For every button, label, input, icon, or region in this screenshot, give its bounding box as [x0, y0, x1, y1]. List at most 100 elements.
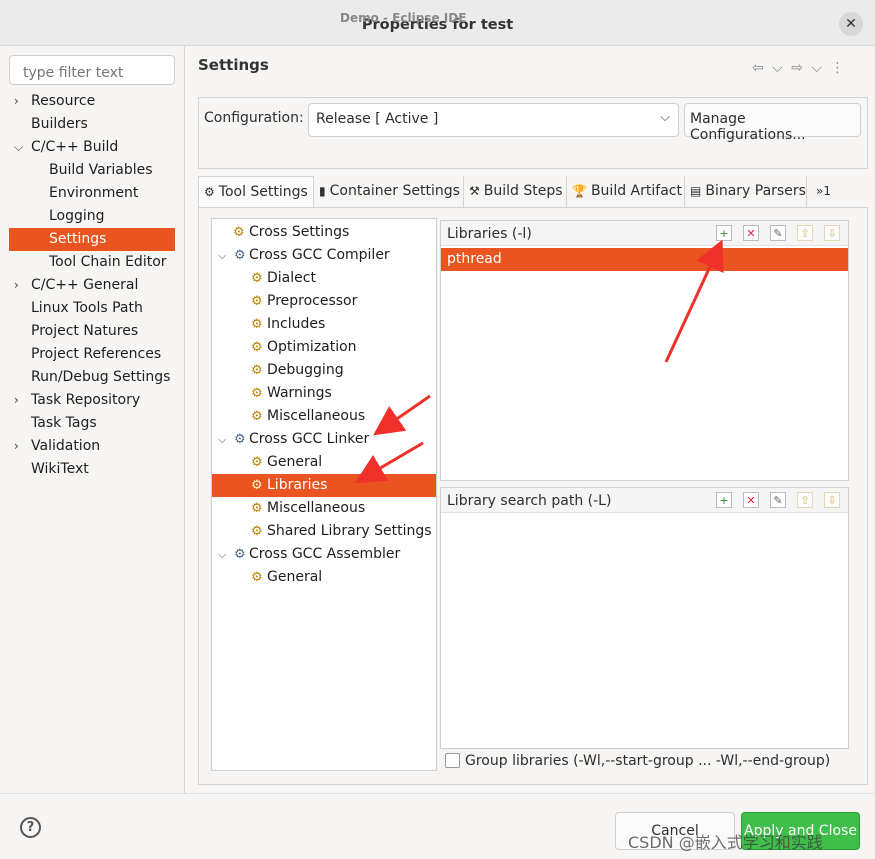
history-nav-icons[interactable]: ⇦ ⌵ ⇨ ⌵ ⋮ [752, 60, 847, 76]
nav-item-wikitext[interactable]: WikiText [9, 458, 175, 481]
libraries-list-panel: Libraries (-l) + ✕ ✎ ⇧ ⇩ pthread [440, 220, 849, 481]
tree-node-general[interactable]: ⚙ General [212, 566, 436, 589]
library-item[interactable]: pthread [441, 248, 848, 271]
tab-label: Tool Settings [218, 184, 308, 200]
tree-node-cross-gcc-compiler[interactable]: ⌵ ⚙ Cross GCC Compiler [212, 244, 436, 267]
nav-item-run-debug-settings[interactable]: Run/Debug Settings [9, 366, 175, 389]
nav-item-settings[interactable]: Settings [9, 228, 175, 251]
nav-item-logging[interactable]: Logging [9, 205, 175, 228]
tree-node-optimization[interactable]: ⚙ Optimization [212, 336, 436, 359]
chevron-down-icon: ⌵ [660, 110, 670, 125]
close-button[interactable]: ✕ [839, 12, 863, 36]
edit-icon[interactable]: ✎ [770, 225, 786, 241]
nav-item-resource[interactable]: › Resource [9, 90, 175, 113]
edit-icon[interactable]: ✎ [770, 492, 786, 508]
tree-node-includes[interactable]: ⚙ Includes [212, 313, 436, 336]
nav-item-task-repository[interactable]: › Task Repository [9, 389, 175, 412]
tree-node-shared-library-settings[interactable]: ⚙ Shared Library Settings [212, 520, 436, 543]
nav-item-label: Project References [31, 346, 162, 362]
tree-node-debugging[interactable]: ⚙ Debugging [212, 359, 436, 382]
option-category-icon: ⚙ [251, 317, 263, 332]
chevron-down-icon[interactable]: ⌵ [218, 543, 226, 566]
tree-node-warnings[interactable]: ⚙ Warnings [212, 382, 436, 405]
nav-item-c-c-build[interactable]: ⌵ C/C++ Build [9, 136, 175, 159]
option-category-icon: ⚙ [251, 478, 263, 493]
move-up-icon[interactable]: ⇧ [797, 492, 813, 508]
search-path-list-title: Library search path (-L) [447, 493, 612, 509]
help-icon[interactable]: ? [20, 817, 41, 838]
title-bar: Demo - Eclipse IDE Properties for test ✕ [0, 0, 875, 46]
tree-node-label: Debugging [267, 362, 344, 378]
tab-label: Build Steps [483, 183, 563, 199]
manage-configurations-button[interactable]: Manage Configurations... [684, 103, 861, 143]
chevron-right-icon[interactable]: › [14, 274, 19, 297]
nav-item-build-variables[interactable]: Build Variables [9, 159, 175, 182]
chevron-right-icon[interactable]: › [14, 435, 19, 458]
nav-item-label: Environment [49, 185, 139, 201]
tabs-overflow-button[interactable]: »1 [811, 176, 831, 208]
add-icon[interactable]: + [716, 225, 732, 241]
libraries-list-title: Libraries (-l) [447, 226, 532, 242]
group-libraries-option[interactable]: Group libraries (-Wl,--start-group ... -… [445, 753, 830, 769]
configuration-select[interactable]: Release [ Active ] ⌵ [308, 103, 679, 137]
nav-item-builders[interactable]: Builders [9, 113, 175, 136]
chevron-right-icon[interactable]: › [14, 90, 19, 113]
tree-node-label: Preprocessor [267, 293, 358, 309]
tree-node-label: Dialect [267, 270, 316, 286]
nav-item-linux-tools-path[interactable]: Linux Tools Path [9, 297, 175, 320]
nav-item-label: Resource [31, 93, 96, 109]
hammer-icon: ⚒ [469, 184, 480, 198]
tree-node-label: Shared Library Settings [267, 523, 432, 539]
nav-item-label: Validation [31, 438, 101, 454]
option-category-icon: ⚙ [251, 524, 263, 539]
nav-item-validation[interactable]: › Validation [9, 435, 175, 458]
option-category-icon: ⚙ [251, 294, 263, 309]
tree-node-cross-settings[interactable]: ⚙ Cross Settings [212, 221, 436, 244]
filter-input[interactable] [9, 55, 175, 85]
move-down-icon[interactable]: ⇩ [824, 225, 840, 241]
tree-node-preprocessor[interactable]: ⚙ Preprocessor [212, 290, 436, 313]
tree-node-cross-gcc-assembler[interactable]: ⌵ ⚙ Cross GCC Assembler [212, 543, 436, 566]
move-down-icon[interactable]: ⇩ [824, 492, 840, 508]
tree-node-label: Warnings [267, 385, 332, 401]
nav-item-tool-chain-editor[interactable]: Tool Chain Editor [9, 251, 175, 274]
tree-node-miscellaneous[interactable]: ⚙ Miscellaneous [212, 497, 436, 520]
nav-item-label: Task Tags [31, 415, 97, 431]
tree-node-label: Cross GCC Assembler [249, 546, 401, 562]
tab-build-artifact[interactable]: 🏆 Build Artifact [567, 176, 685, 208]
option-category-icon: ⚙ [251, 570, 263, 585]
tab-build-steps[interactable]: ⚒ Build Steps [464, 176, 567, 208]
tab-container-settings[interactable]: ▮ Container Settings [314, 176, 464, 208]
tree-node-dialect[interactable]: ⚙ Dialect [212, 267, 436, 290]
nav-item-c-c-general[interactable]: › C/C++ General [9, 274, 175, 297]
tab-binary-parsers[interactable]: ▤ Binary Parsers [685, 176, 807, 208]
tree-node-miscellaneous[interactable]: ⚙ Miscellaneous [212, 405, 436, 428]
tree-node-cross-gcc-linker[interactable]: ⌵ ⚙ Cross GCC Linker [212, 428, 436, 451]
tab-tool-settings[interactable]: ⚙ Tool Settings [198, 176, 314, 208]
delete-icon[interactable]: ✕ [743, 492, 759, 508]
close-icon[interactable]: ✕ [845, 16, 857, 32]
configuration-label: Configuration: [204, 110, 304, 126]
chevron-right-icon[interactable]: › [14, 389, 19, 412]
chevron-down-icon[interactable]: ⌵ [218, 244, 226, 267]
delete-icon[interactable]: ✕ [743, 225, 759, 241]
nav-item-project-natures[interactable]: Project Natures [9, 320, 175, 343]
group-libraries-checkbox[interactable] [445, 753, 460, 768]
chevron-down-icon[interactable]: ⌵ [14, 136, 23, 159]
search-path-list-header: Library search path (-L) + ✕ ✎ ⇧ ⇩ [441, 488, 848, 513]
tree-node-libraries[interactable]: ⚙ Libraries [212, 474, 436, 497]
gear-icon: ⚙ [204, 185, 215, 199]
nav-item-task-tags[interactable]: Task Tags [9, 412, 175, 435]
move-up-icon[interactable]: ⇧ [797, 225, 813, 241]
tree-node-label: Cross GCC Compiler [249, 247, 390, 263]
container-icon: ▮ [319, 184, 326, 198]
nav-item-label: Linux Tools Path [31, 300, 143, 316]
nav-item-environment[interactable]: Environment [9, 182, 175, 205]
group-libraries-label: Group libraries (-Wl,--start-group ... -… [465, 753, 831, 769]
tree-node-general[interactable]: ⚙ General [212, 451, 436, 474]
nav-item-project-references[interactable]: Project References [9, 343, 175, 366]
nav-item-label: C/C++ General [31, 277, 139, 293]
tab-label: Binary Parsers [705, 183, 806, 199]
chevron-down-icon[interactable]: ⌵ [218, 428, 226, 451]
add-icon[interactable]: + [716, 492, 732, 508]
